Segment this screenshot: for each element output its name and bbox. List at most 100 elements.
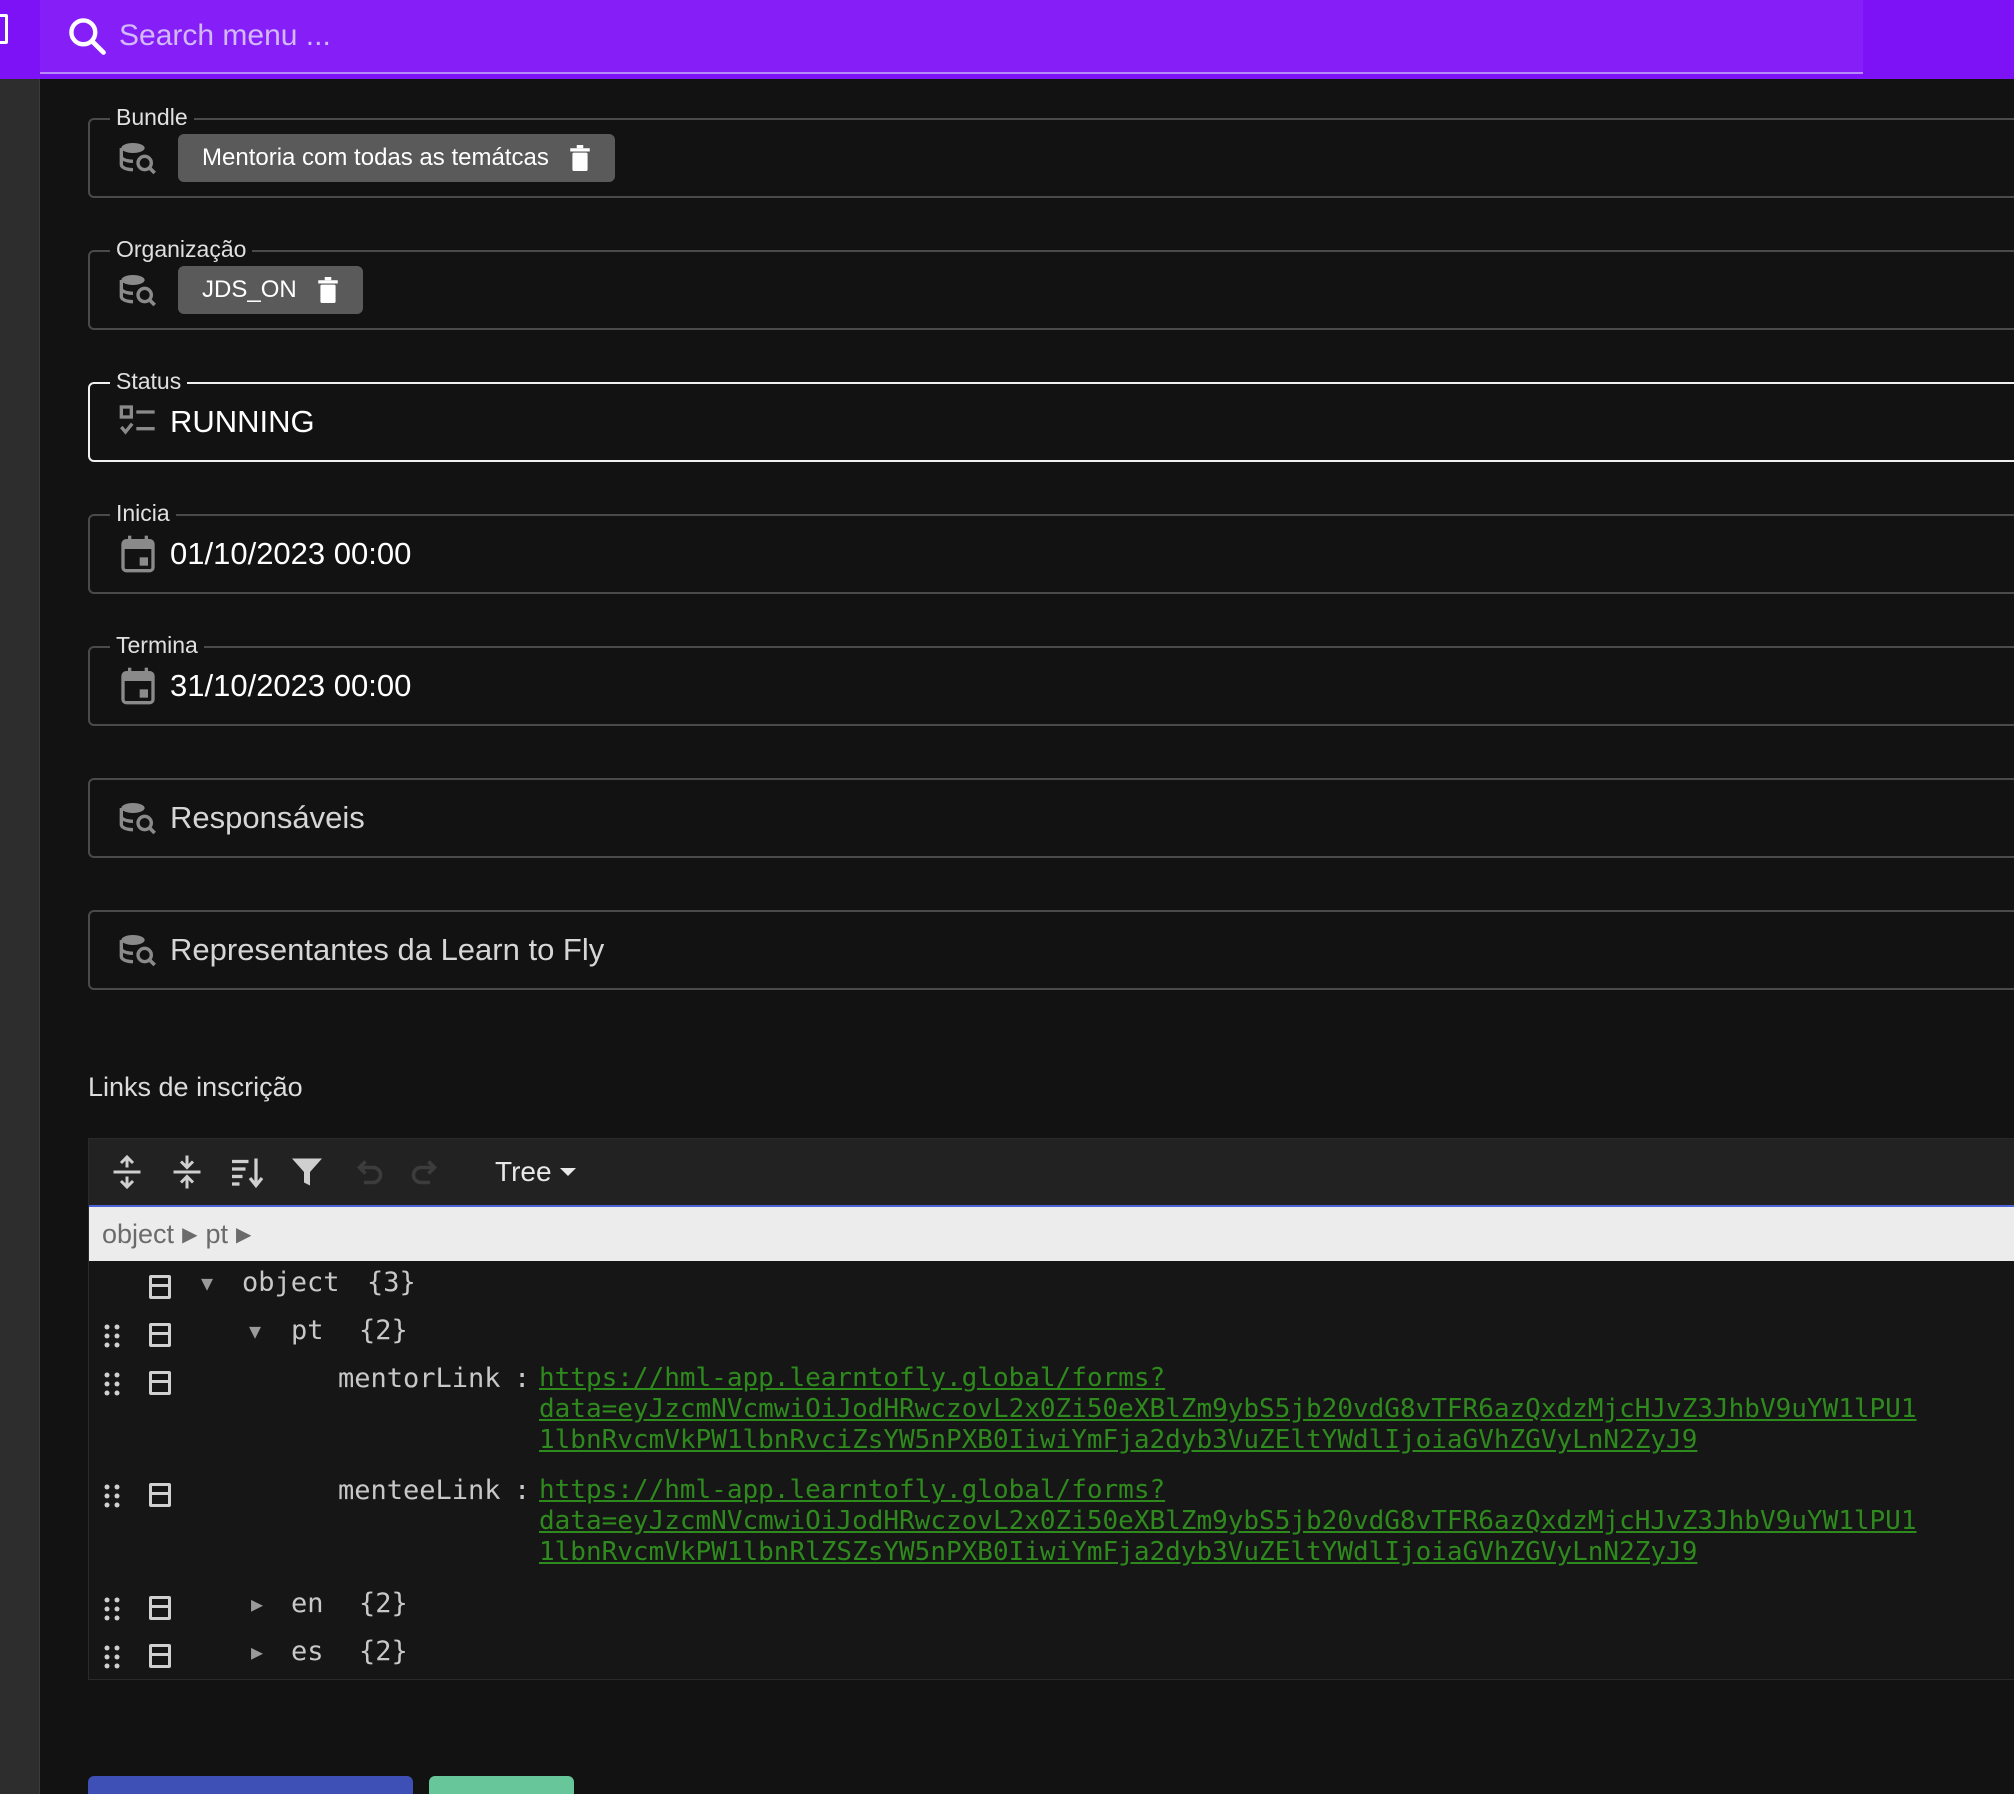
termina-field[interactable]: Termina 31/10/2023 00:00 <box>88 632 2014 726</box>
filter-button[interactable] <box>285 1150 329 1194</box>
mentee-link-line-1[interactable]: https://hml-app.learntofly.global/forms? <box>539 1475 1165 1506</box>
context-menu-icon[interactable] <box>149 1483 171 1507</box>
menu-toggle-icon[interactable] <box>0 14 8 44</box>
chevron-down-icon <box>559 1168 576 1176</box>
status-label: Status <box>110 368 188 395</box>
redo-button[interactable] <box>405 1150 449 1194</box>
left-rail <box>0 79 40 1794</box>
context-menu-icon[interactable] <box>149 1371 171 1395</box>
expand-toggle-icon[interactable]: ▶ <box>251 1640 263 1664</box>
context-menu-icon[interactable] <box>149 1596 171 1620</box>
expand-toggle-icon[interactable]: ▶ <box>251 1592 263 1616</box>
tree-row-root[interactable]: ▼ object {3} <box>89 1267 2014 1307</box>
expand-toggle-icon[interactable]: ▼ <box>249 1319 261 1343</box>
database-search-icon <box>119 803 156 835</box>
mentee-link-line-2[interactable]: data=eyJzcmNVcmwiOiJodHRwczovL2x0Zi50eXB… <box>539 1506 1917 1537</box>
node-count: {2} <box>359 1315 408 1346</box>
representantes-field[interactable]: Representantes da Learn to Fly <box>88 910 2014 990</box>
collapse-all-icon <box>173 1155 201 1189</box>
node-key: es <box>291 1636 324 1667</box>
node-key: menteeLink <box>338 1475 501 1506</box>
trash-icon[interactable] <box>317 277 339 303</box>
organizacao-label: Organização <box>110 236 253 263</box>
organizacao-field[interactable]: Organização JDS_ON <box>88 236 2014 330</box>
node-key: object <box>242 1267 340 1298</box>
termina-label: Termina <box>110 632 204 659</box>
search-icon <box>69 18 106 55</box>
organizacao-chip: JDS_ON <box>178 266 363 314</box>
node-count: {3} <box>367 1267 416 1298</box>
tree-row-es[interactable]: ▶ es {2} <box>89 1636 2014 1676</box>
context-menu-icon[interactable] <box>149 1644 171 1668</box>
tree-row-menteelink[interactable]: menteeLink : https://hml-app.learntofly.… <box>89 1475 2014 1583</box>
expand-all-icon <box>113 1154 141 1190</box>
expand-all-button[interactable] <box>105 1150 149 1194</box>
representantes-placeholder: Representantes da Learn to Fly <box>170 932 605 967</box>
checklist-icon <box>119 405 155 435</box>
key-separator: : <box>514 1363 531 1394</box>
breadcrumb-arrow-icon: ▶ <box>182 1223 198 1246</box>
breadcrumb-item-object[interactable]: object <box>102 1219 174 1250</box>
drag-handle-icon[interactable] <box>103 1371 121 1397</box>
json-editor: Tree object ▶ pt ▶ ▼ object {3} ▼ pt {2} <box>88 1138 2014 1680</box>
node-key: mentorLink <box>338 1363 501 1394</box>
tree-row-pt[interactable]: ▼ pt {2} <box>89 1315 2014 1355</box>
node-key: en <box>291 1588 324 1619</box>
success-action-button[interactable] <box>429 1776 574 1794</box>
key-separator: : <box>514 1475 531 1506</box>
termina-value: 31/10/2023 00:00 <box>170 668 412 703</box>
breadcrumb-arrow-icon: ▶ <box>235 1223 252 1246</box>
mentor-link-line-1[interactable]: https://hml-app.learntofly.global/forms? <box>539 1363 1165 1394</box>
undo-button[interactable] <box>345 1150 389 1194</box>
responsaveis-placeholder: Responsáveis <box>170 800 365 835</box>
node-count: {2} <box>359 1636 408 1667</box>
drag-handle-icon[interactable] <box>103 1483 121 1509</box>
database-search-icon <box>119 275 156 307</box>
redo-icon <box>411 1160 438 1185</box>
tree-row-en[interactable]: ▶ en {2} <box>89 1588 2014 1628</box>
status-value: RUNNING <box>170 404 315 439</box>
drag-handle-icon[interactable] <box>103 1323 121 1349</box>
collapse-all-button[interactable] <box>165 1150 209 1194</box>
mentor-link-line-2[interactable]: data=eyJzcmNVcmwiOiJodHRwczovL2x0Zi50eXB… <box>539 1394 1917 1425</box>
mentor-link-line-3[interactable]: 1lbnRvcmVkPW1lbnRvciZsYW5nPXB0IiwiYmFja2… <box>539 1425 1697 1456</box>
mode-label: Tree <box>495 1156 552 1187</box>
sort-button[interactable] <box>225 1150 269 1194</box>
responsaveis-field[interactable]: Responsáveis <box>88 778 2014 858</box>
sort-icon <box>232 1158 264 1189</box>
search-input[interactable] <box>119 19 1719 53</box>
status-field[interactable]: Status RUNNING <box>88 368 2014 462</box>
calendar-icon <box>121 667 155 705</box>
context-menu-icon[interactable] <box>149 1323 171 1347</box>
breadcrumb: object ▶ pt ▶ <box>89 1207 2014 1261</box>
inicia-label: Inicia <box>110 500 176 527</box>
search-bar[interactable] <box>40 0 1863 74</box>
primary-action-button[interactable] <box>88 1776 413 1794</box>
bundle-chip: Mentoria com todas as temátcas <box>178 134 615 182</box>
bundle-label: Bundle <box>110 104 194 131</box>
inicia-value: 01/10/2023 00:00 <box>170 536 412 571</box>
drag-handle-icon[interactable] <box>103 1644 121 1670</box>
json-editor-toolbar: Tree <box>89 1139 2014 1207</box>
trash-icon[interactable] <box>569 145 591 171</box>
organizacao-chip-label: JDS_ON <box>202 276 297 303</box>
expand-toggle-icon[interactable]: ▼ <box>201 1271 213 1295</box>
filter-icon <box>292 1158 322 1186</box>
top-bar <box>0 0 2014 79</box>
breadcrumb-item-pt[interactable]: pt <box>205 1219 228 1250</box>
drag-handle-icon[interactable] <box>103 1596 121 1622</box>
links-section-label: Links de inscrição <box>88 1072 303 1102</box>
bundle-field[interactable]: Bundle Mentoria com todas as temátcas <box>88 104 2014 198</box>
mode-dropdown[interactable]: Tree <box>495 1156 576 1188</box>
inicia-field[interactable]: Inicia 01/10/2023 00:00 <box>88 500 2014 594</box>
tree-row-mentorlink[interactable]: mentorLink : https://hml-app.learntofly.… <box>89 1363 2014 1471</box>
undo-icon <box>356 1160 383 1185</box>
database-search-icon <box>119 935 156 967</box>
node-key: pt <box>291 1315 324 1346</box>
node-count: {2} <box>359 1588 408 1619</box>
bundle-chip-label: Mentoria com todas as temátcas <box>202 144 549 171</box>
database-search-icon <box>119 143 156 175</box>
context-menu-icon[interactable] <box>149 1275 171 1299</box>
mentee-link-line-3[interactable]: 1lbnRvcmVkPW1lbnRlZSZsYW5nPXB0IiwiYmFja2… <box>539 1537 1697 1568</box>
calendar-icon <box>121 535 155 573</box>
